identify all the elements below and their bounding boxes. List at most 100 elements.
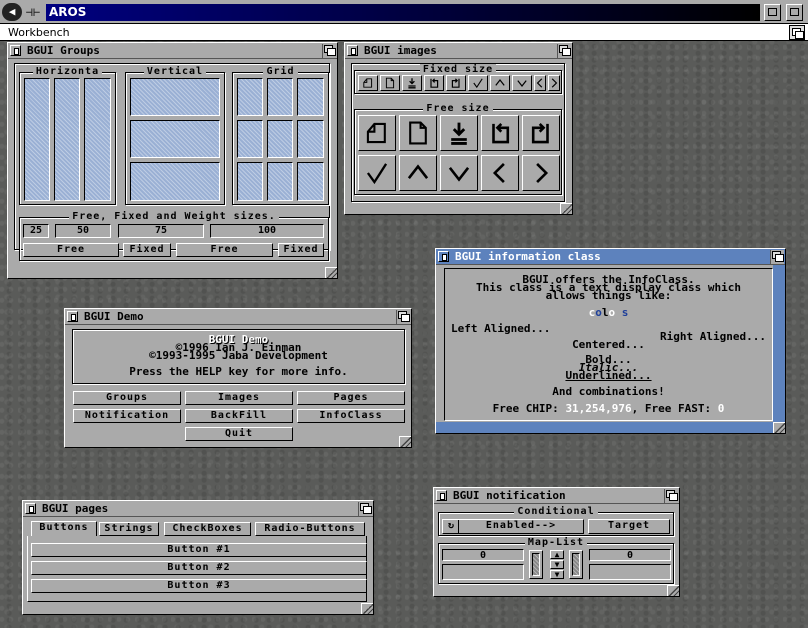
scroller-knob[interactable] (572, 553, 580, 576)
tab-buttons[interactable]: Buttons (31, 521, 97, 536)
depth-icon[interactable] (358, 502, 372, 516)
copyright-line: ©1993-1995 Jaba Development (149, 349, 328, 362)
redo-button[interactable] (481, 115, 519, 151)
arrow-down-icon[interactable]: ▼ (550, 570, 564, 579)
left-list[interactable] (442, 564, 524, 580)
cycle-icon: ↻ (445, 520, 459, 533)
arrow-right-button[interactable] (548, 75, 560, 91)
tab-checkboxes[interactable]: CheckBoxes (164, 522, 251, 536)
right-list[interactable] (589, 564, 671, 580)
undo-button[interactable] (522, 115, 560, 151)
checkmark-button[interactable] (358, 155, 396, 191)
arrow-up-button[interactable] (399, 155, 437, 191)
infoclass-button[interactable]: InfoClass (297, 409, 405, 423)
depth-icon[interactable] (557, 44, 571, 58)
groups-window[interactable]: BGUI Groups Horizonta Vertical Grid Free… (7, 42, 338, 279)
resize-icon[interactable] (667, 585, 679, 596)
cycle-value: Enabled--> (485, 520, 557, 531)
redo-button[interactable] (424, 75, 444, 91)
quit-button[interactable]: Quit (185, 427, 293, 441)
conditional-cycle[interactable]: ↻ Enabled--> (442, 519, 584, 534)
arrow-left-button[interactable] (481, 155, 519, 191)
download-button[interactable] (402, 75, 422, 91)
pages-button[interactable]: Pages (297, 391, 405, 405)
pages-window-titlebar[interactable]: BGUI pages (23, 501, 373, 517)
arrow-down-icon[interactable]: ▼ (550, 560, 564, 569)
info-window[interactable]: BGUI information class BGUI offers the I… (435, 248, 786, 434)
checkmark-button[interactable] (468, 75, 488, 91)
arrow-up-icon[interactable]: ▲ (550, 550, 564, 559)
images-button[interactable]: Images (185, 391, 293, 405)
depth-icon[interactable] (322, 44, 336, 58)
download-button[interactable] (440, 115, 478, 151)
close-icon[interactable] (10, 45, 21, 56)
close-icon[interactable] (438, 251, 449, 262)
notification-button[interactable]: Notification (73, 409, 181, 423)
drawer-button[interactable] (358, 75, 378, 91)
arrow-up-button[interactable] (490, 75, 510, 91)
arrow-right-button[interactable] (522, 155, 560, 191)
workbench-title: Workbench (8, 26, 70, 39)
tab-strings[interactable]: Strings (99, 522, 159, 536)
fixed-button[interactable]: Fixed (278, 243, 324, 257)
backfill-button[interactable]: BackFill (185, 409, 293, 423)
window-title: BGUI notification (451, 489, 568, 503)
screen-title[interactable]: AROS (46, 4, 760, 21)
arrow-down-button[interactable] (512, 75, 532, 91)
screen-back-icon[interactable]: ◀ (2, 3, 22, 21)
button-label: Button #1 (167, 544, 231, 555)
page-button-3[interactable]: Button #3 (31, 579, 367, 593)
window-title: BGUI images (362, 44, 439, 58)
resize-icon[interactable] (325, 267, 337, 278)
scroller-knob[interactable] (532, 553, 540, 576)
window-title: BGUI Demo (82, 310, 146, 324)
close-icon[interactable] (347, 45, 358, 56)
drawer-button[interactable] (358, 115, 396, 151)
resize-icon[interactable] (560, 203, 572, 214)
tab-radio-buttons[interactable]: Radio-Buttons (255, 522, 365, 536)
free-button[interactable]: Free (176, 243, 273, 257)
resize-icon[interactable] (399, 436, 411, 447)
depth-icon[interactable] (770, 250, 784, 264)
images-window[interactable]: BGUI images Fixed size Free size (344, 42, 573, 215)
file-button[interactable] (399, 115, 437, 151)
depth-icon[interactable] (396, 310, 410, 324)
groups-window-titlebar[interactable]: BGUI Groups (8, 43, 337, 59)
notification-window-titlebar[interactable]: BGUI notification (434, 488, 679, 504)
help-text: Press the HELP key for more info. (129, 365, 348, 378)
file-button[interactable] (380, 75, 400, 91)
arrow-up-icon (494, 77, 506, 89)
pages-window[interactable]: BGUI pages Buttons Strings CheckBoxes Ra… (22, 500, 374, 615)
screen-depth-icon[interactable] (764, 4, 781, 21)
depth-icon[interactable] (664, 489, 678, 503)
resize-icon[interactable] (361, 603, 373, 614)
page-button-2[interactable]: Button #2 (31, 561, 367, 575)
notification-window[interactable]: BGUI notification Conditional ↻ Enabled-… (433, 487, 680, 597)
left-scroller[interactable] (529, 550, 543, 579)
fixed-button[interactable]: Fixed (123, 243, 171, 257)
colors-letter: s (621, 306, 629, 319)
undo-button[interactable] (446, 75, 466, 91)
demo-window[interactable]: BGUI Demo BGUI Demo ©1996 Ian J. Einman … (64, 308, 412, 448)
arrow-down-button[interactable] (440, 155, 478, 191)
screen-zoom-icon[interactable] (786, 4, 803, 21)
info-window-titlebar[interactable]: BGUI information class (436, 249, 785, 265)
images-window-titlebar[interactable]: BGUI images (345, 43, 572, 59)
close-icon[interactable] (436, 490, 447, 501)
groups-button[interactable]: Groups (73, 391, 181, 405)
left-value-field: 0 (442, 549, 524, 561)
page-button-1[interactable]: Button #1 (31, 543, 367, 557)
arrow-left-button[interactable] (534, 75, 546, 91)
demo-window-titlebar[interactable]: BGUI Demo (65, 309, 411, 325)
right-scroller[interactable] (569, 550, 583, 579)
target-button[interactable]: Target (588, 519, 670, 534)
chip-label: Free CHIP: (492, 402, 559, 415)
resize-icon[interactable] (773, 422, 785, 433)
screen-drag-icon[interactable]: ⊣⊢ (24, 3, 42, 21)
demo-info-box: BGUI Demo ©1996 Ian J. Einman ©1993-1995… (72, 329, 405, 384)
workbench-window-bar[interactable]: Workbench (0, 24, 808, 41)
close-icon[interactable] (67, 311, 78, 322)
free-button[interactable]: Free (23, 243, 119, 257)
close-icon[interactable] (25, 503, 36, 514)
workbench-depth-icon[interactable] (789, 25, 805, 40)
